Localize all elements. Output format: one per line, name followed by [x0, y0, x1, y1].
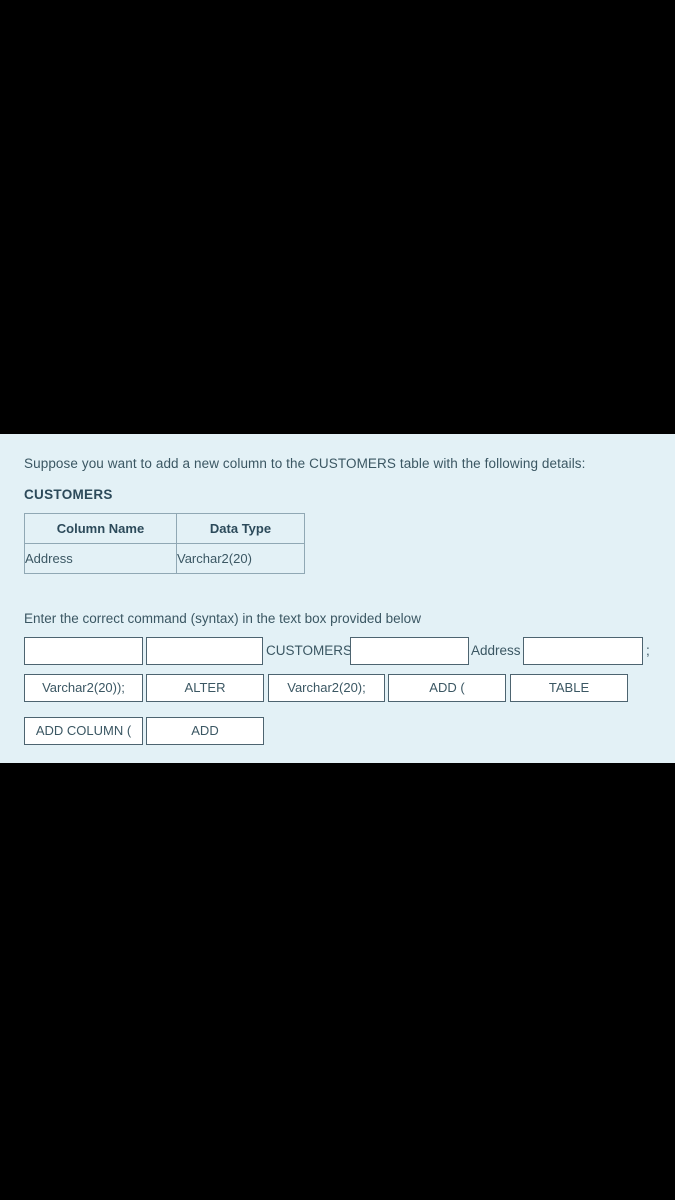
static-word-customers: CUSTOMERS [266, 643, 353, 658]
letterbox-top [0, 0, 675, 434]
customers-spec-table: Column Name Data Type Address Varchar2(2… [24, 513, 305, 574]
answer-blank-1[interactable] [24, 637, 143, 665]
table-header-row: Column Name Data Type [24, 513, 305, 544]
table-title: CUSTOMERS [24, 487, 113, 502]
statement-terminator: ; [646, 643, 650, 658]
letterbox-bottom [0, 763, 675, 1200]
table-row: Address Varchar2(20) [24, 543, 305, 574]
word-bank-option-add-column-open[interactable]: ADD COLUMN ( [24, 717, 143, 745]
question-panel: Suppose you want to add a new column to … [0, 434, 675, 763]
answer-blank-3[interactable] [350, 637, 469, 665]
word-bank-option-add-open[interactable]: ADD ( [388, 674, 506, 702]
word-bank-option-alter[interactable]: ALTER [146, 674, 264, 702]
answer-blank-4[interactable] [523, 637, 643, 665]
word-bank-option-varchar2-20-close-close[interactable]: Varchar2(20)); [24, 674, 143, 702]
table-header-column-name: Column Name [24, 513, 177, 544]
instruction-text: Enter the correct command (syntax) in th… [24, 611, 421, 626]
static-word-address: Address [471, 643, 521, 658]
cell-data-type: Varchar2(20) [176, 543, 305, 574]
word-bank-option-add[interactable]: ADD [146, 717, 264, 745]
table-header-data-type: Data Type [176, 513, 305, 544]
question-prompt: Suppose you want to add a new column to … [24, 456, 586, 471]
answer-row: CUSTOMERS Address ; [0, 637, 675, 667]
cell-column-name: Address [24, 543, 177, 574]
word-bank-option-table[interactable]: TABLE [510, 674, 628, 702]
word-bank-option-varchar2-20[interactable]: Varchar2(20); [268, 674, 385, 702]
answer-blank-2[interactable] [146, 637, 263, 665]
